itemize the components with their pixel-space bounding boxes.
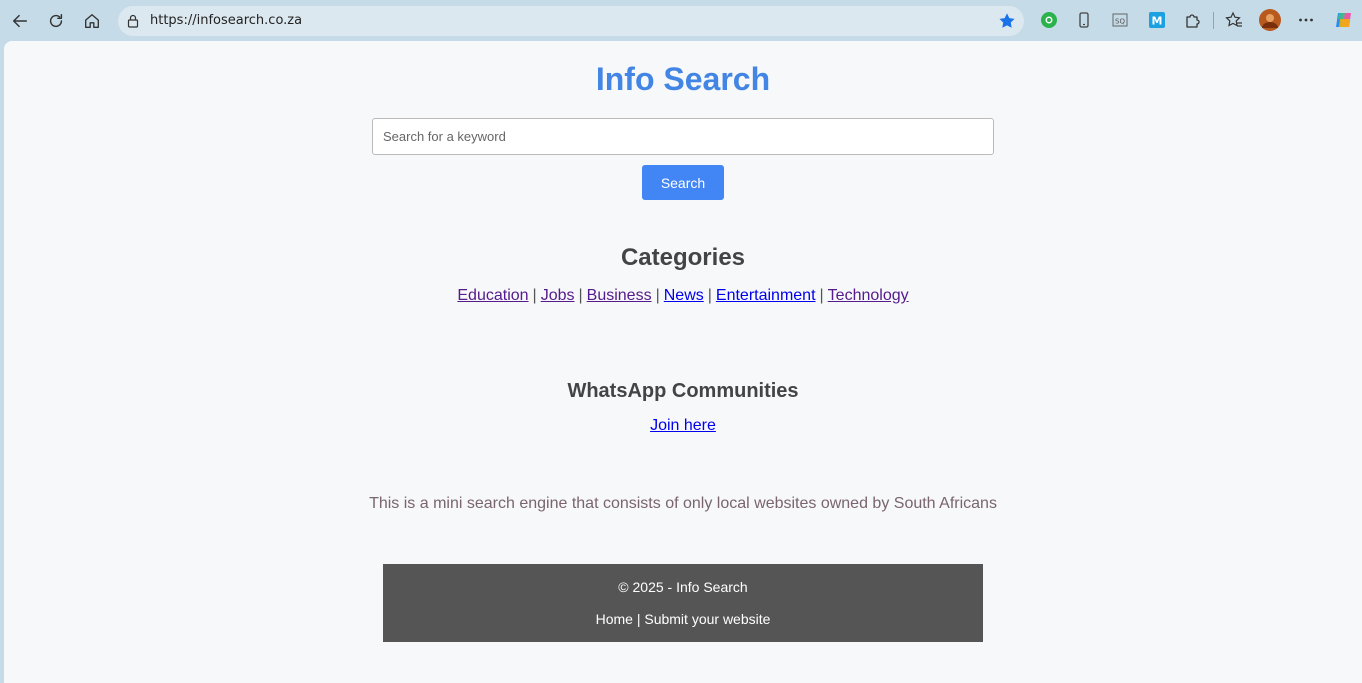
footer-submit-website-link[interactable]: Submit your website — [644, 611, 770, 627]
phone-icon[interactable] — [1074, 10, 1094, 30]
category-link-entertainment[interactable]: Entertainment — [716, 287, 816, 304]
category-link-news[interactable]: News — [664, 287, 704, 304]
category-separator: | — [707, 287, 712, 304]
categories-list: Education | Jobs | Business | News | Entertainme… — [4, 287, 1362, 305]
copilot-icon[interactable] — [1333, 9, 1355, 31]
site-title: Info Search — [595, 61, 771, 97]
favorites-icon[interactable] — [1224, 10, 1244, 30]
extension-green-icon[interactable] — [1039, 10, 1059, 30]
categories-heading: Categories — [620, 244, 746, 271]
category-separator: | — [819, 287, 824, 304]
category-link-jobs[interactable]: Jobs — [541, 287, 575, 304]
toolbar-divider — [1213, 12, 1214, 29]
url-text[interactable]: https://infosearch.co.za — [150, 13, 302, 28]
join-link-container: Join here — [4, 417, 1362, 435]
category-link-business[interactable]: Business — [587, 287, 652, 304]
browser-toolbar: https://infosearch.co.za SQ M — [0, 0, 1362, 41]
footer-links: Home | Submit your website — [383, 611, 983, 627]
svg-text:SQ: SQ — [1115, 18, 1125, 26]
back-arrow-icon[interactable] — [5, 6, 35, 36]
footer-copyright: © 2025 - Info Search — [618, 579, 748, 595]
lock-icon[interactable] — [126, 14, 140, 28]
category-separator: | — [532, 287, 537, 304]
profile-avatar[interactable] — [1259, 9, 1281, 31]
footer-separator: | — [636, 611, 641, 627]
join-here-link[interactable]: Join here — [650, 417, 716, 434]
home-icon[interactable] — [77, 6, 107, 36]
more-options-icon[interactable] — [1296, 10, 1316, 30]
page-content: Info Search Search Categories Education|… — [4, 41, 1362, 683]
site-description: This is a mini search engine that consis… — [369, 495, 997, 512]
address-bar[interactable]: https://infosearch.co.za — [118, 6, 1024, 36]
extensions-puzzle-icon[interactable] — [1183, 10, 1203, 30]
seo-extension-icon[interactable]: SQ — [1110, 10, 1130, 30]
category-link-education[interactable]: Education — [457, 287, 528, 304]
category-separator: | — [578, 287, 583, 304]
footer: © 2025 - Info Search Home | Submit your … — [383, 564, 983, 642]
footer-home-link[interactable]: Home — [596, 611, 633, 627]
search-input[interactable] — [372, 118, 994, 155]
favorite-star-icon[interactable] — [998, 12, 1016, 30]
whatsapp-heading: WhatsApp Communities — [567, 380, 799, 402]
category-separator: | — [655, 287, 660, 304]
refresh-icon[interactable] — [41, 6, 71, 36]
svg-text:M: M — [1152, 15, 1163, 28]
category-link-technology[interactable]: Technology — [828, 287, 909, 304]
m-extension-icon[interactable]: M — [1147, 10, 1167, 30]
search-button[interactable]: Search — [642, 165, 724, 200]
